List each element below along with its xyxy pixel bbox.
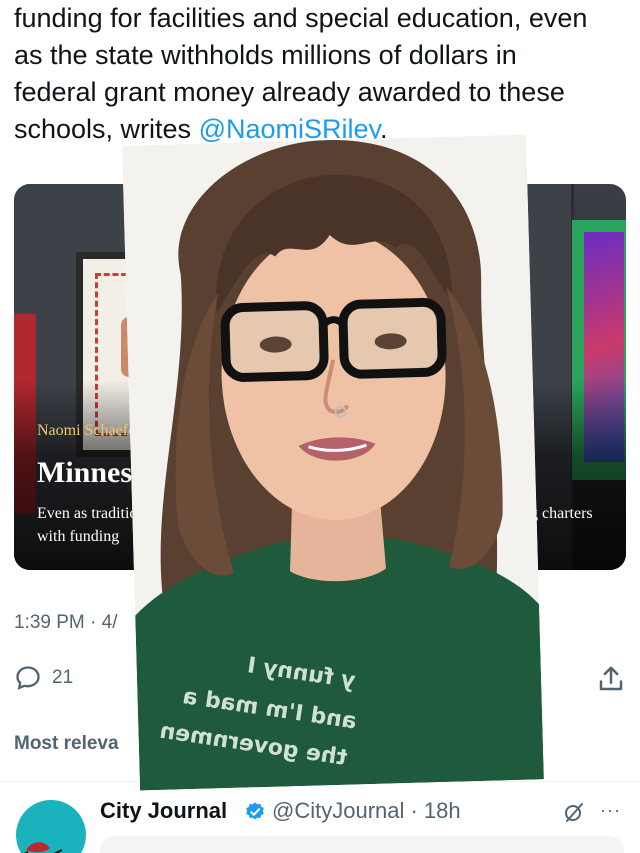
tweet-text-line: as the state withholds millions of dolla…: [14, 40, 517, 70]
reply-author-name[interactable]: City Journal: [100, 798, 227, 824]
tweet-text-prefix: schools, writes: [14, 114, 199, 144]
video-overlay[interactable]: y funny I and I'm mad a the governmen: [122, 134, 544, 791]
reply-count: 21: [52, 667, 74, 688]
replies-sort-label[interactable]: Most releva: [14, 733, 119, 755]
reply-media-icon: [23, 842, 63, 853]
verified-badge-icon: [246, 802, 264, 820]
reply-content-box[interactable]: [100, 836, 624, 853]
reply-button[interactable]: 21: [14, 664, 73, 692]
card-summary: Even as tradition: [37, 505, 146, 522]
card-summary: with funding: [37, 528, 120, 545]
tweet-text: funding for facilities and special educa…: [14, 0, 626, 148]
reply-icon: [16, 666, 40, 690]
tweet-text-line: funding for facilities and special educa…: [14, 3, 588, 33]
reply-author-handle[interactable]: @CityJournal · 18h: [272, 798, 461, 824]
grok-icon[interactable]: [562, 800, 586, 824]
tweet-timestamp[interactable]: 1:39 PM · 4/: [14, 612, 118, 634]
more-options-icon[interactable]: ···: [600, 800, 621, 821]
tweet-text-line: federal grant money already awarded to t…: [14, 77, 565, 107]
share-icon[interactable]: [596, 664, 626, 694]
